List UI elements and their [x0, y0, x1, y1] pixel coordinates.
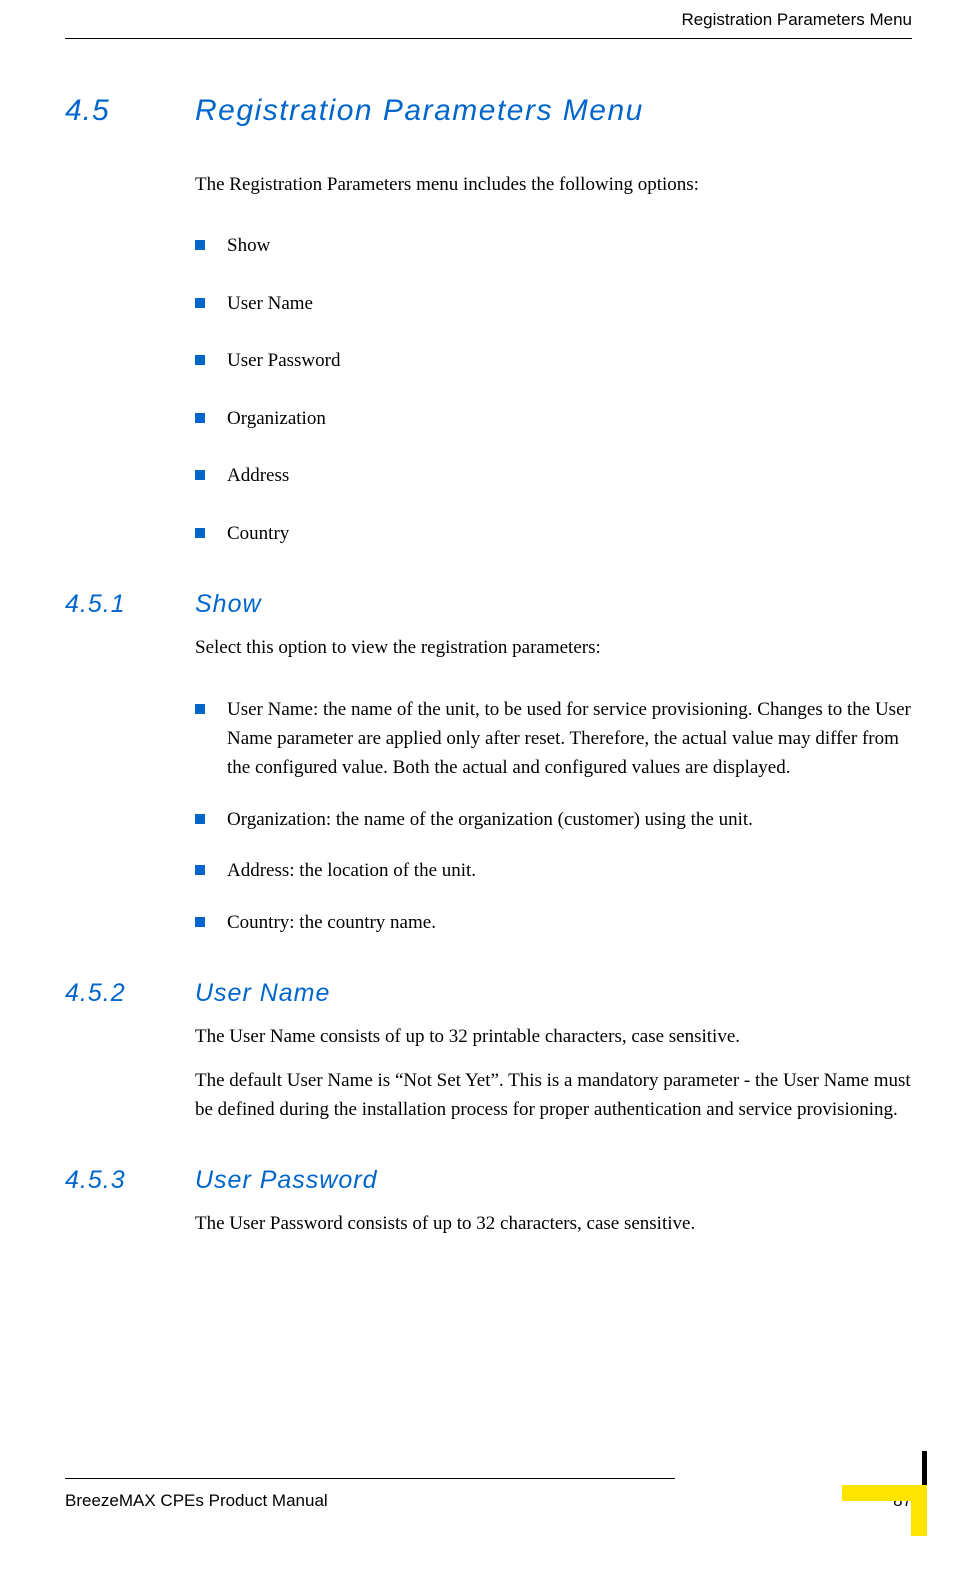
- bullet-icon: [195, 528, 205, 538]
- subsection-number: 4.5.2: [65, 979, 195, 1008]
- list-item: Address: the location of the unit.: [195, 856, 912, 885]
- footer-rule: [65, 1478, 675, 1479]
- list-item: Country: [195, 519, 912, 548]
- username-p1: The User Name consists of up to 32 print…: [195, 1022, 912, 1051]
- subsection-title: User Password: [195, 1166, 378, 1195]
- bullet-icon: [195, 865, 205, 875]
- bullet-icon: [195, 240, 205, 250]
- show-list: User Name: the name of the unit, to be u…: [195, 695, 912, 938]
- list-item: User Password: [195, 346, 912, 375]
- list-item-label: User Name: [227, 289, 912, 318]
- subsection-number: 4.5.3: [65, 1166, 195, 1195]
- section-4-5: 4.5 Registration Parameters Menu: [65, 94, 912, 128]
- list-item: Organization: the name of the organizati…: [195, 805, 912, 834]
- bullet-icon: [195, 917, 205, 927]
- subsection-title: Show: [195, 590, 262, 619]
- bullet-icon: [195, 470, 205, 480]
- list-item-label: Country: the country name.: [227, 908, 912, 937]
- bullet-icon: [195, 298, 205, 308]
- list-item-label: Organization: the name of the organizati…: [227, 805, 912, 834]
- list-item-label: Address: the location of the unit.: [227, 856, 912, 885]
- options-list: Show User Name User Password Organizatio…: [195, 231, 912, 548]
- list-item-label: Show: [227, 231, 912, 260]
- bullet-icon: [195, 413, 205, 423]
- subsection-title: User Name: [195, 979, 330, 1008]
- list-item: Country: the country name.: [195, 908, 912, 937]
- page-header: Registration Parameters Menu: [65, 0, 912, 39]
- subsection-number: 4.5.1: [65, 590, 195, 619]
- section-title: Registration Parameters Menu: [195, 94, 644, 128]
- footer-manual-name: BreezeMAX CPEs Product Manual: [65, 1491, 328, 1511]
- section-4-5-1: 4.5.1 Show: [65, 590, 912, 619]
- list-item: User Name: [195, 289, 912, 318]
- corner-decoration: [842, 1466, 927, 1536]
- bullet-icon: [195, 704, 205, 714]
- page-footer: BreezeMAX CPEs Product Manual 87: [65, 1478, 912, 1511]
- intro-paragraph: The Registration Parameters menu include…: [195, 170, 912, 199]
- list-item-label: Address: [227, 461, 912, 490]
- list-item-label: User Name: the name of the unit, to be u…: [227, 695, 912, 783]
- list-item-label: Country: [227, 519, 912, 548]
- list-item-label: User Password: [227, 346, 912, 375]
- section-4-5-2: 4.5.2 User Name: [65, 979, 912, 1008]
- bullet-icon: [195, 355, 205, 365]
- password-p1: The User Password consists of up to 32 c…: [195, 1209, 912, 1238]
- section-4-5-3: 4.5.3 User Password: [65, 1166, 912, 1195]
- username-p2: The default User Name is “Not Set Yet”. …: [195, 1066, 912, 1125]
- show-intro: Select this option to view the registrat…: [195, 633, 912, 662]
- bullet-icon: [195, 814, 205, 824]
- list-item: Show: [195, 231, 912, 260]
- list-item-label: Organization: [227, 404, 912, 433]
- section-number: 4.5: [65, 94, 195, 128]
- list-item: Address: [195, 461, 912, 490]
- list-item: User Name: the name of the unit, to be u…: [195, 695, 912, 783]
- list-item: Organization: [195, 404, 912, 433]
